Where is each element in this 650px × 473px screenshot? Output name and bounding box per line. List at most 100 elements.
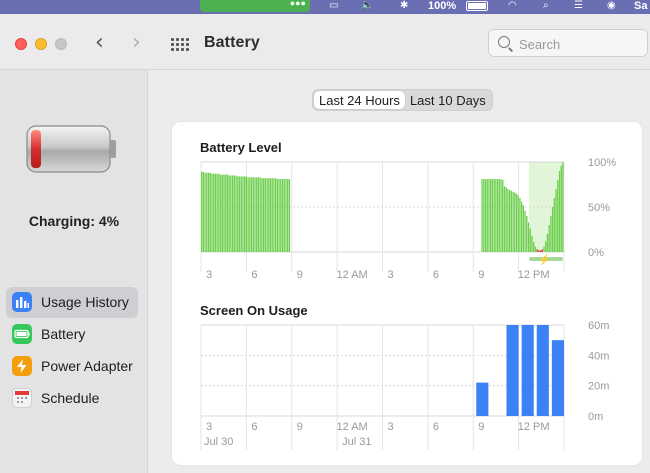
x-tick-label: 12 PM — [518, 421, 550, 433]
battery-bar — [207, 172, 210, 252]
battery-bar — [264, 178, 266, 252]
battery-bar — [268, 178, 270, 252]
y-tick-label: 0m — [588, 411, 603, 423]
battery-bar — [495, 179, 497, 252]
sidebar-item-usage-history[interactable]: Usage History — [6, 287, 138, 318]
window-title: Battery — [204, 34, 260, 51]
battery-bar — [558, 171, 561, 252]
minimize-button[interactable] — [35, 38, 47, 50]
tab-last-10-days[interactable]: Last 10 Days — [405, 91, 491, 109]
wifi-icon[interactable]: ◠ — [508, 1, 517, 11]
charging-status: Charging: 4% — [28, 213, 120, 229]
screen-usage-bar — [536, 325, 549, 416]
sidebar-item-label: Schedule — [41, 390, 100, 406]
battery-bar — [551, 207, 554, 252]
forward-chevron-icon[interactable]: › — [132, 31, 141, 55]
battery-bar — [262, 178, 265, 252]
battery-bar — [534, 246, 537, 252]
volume-icon[interactable]: 🔈 — [361, 1, 373, 11]
battery-bar — [524, 210, 526, 252]
y-tick-label: 0% — [588, 247, 604, 259]
screen-on-usage-chart: 60m 40m 20m 0m 3 6 9 12 AM 3 6 9 12 PM Jul 30 Jul 31 — [200, 320, 609, 450]
battery-bar — [488, 179, 490, 252]
battery-bar — [520, 201, 523, 252]
spotlight-icon[interactable]: ⌕ — [543, 1, 549, 11]
x-tick-label: 6 — [433, 421, 439, 433]
battery-bar — [219, 174, 222, 252]
y-tick-label: 100% — [588, 157, 616, 169]
battery-bar — [247, 177, 249, 252]
battery-bar — [527, 222, 530, 252]
back-chevron-icon[interactable]: ‹ — [95, 31, 104, 55]
battery-bar — [490, 179, 492, 252]
battery-bar — [223, 174, 225, 252]
battery-bar — [562, 162, 564, 252]
battery-bar — [218, 173, 220, 252]
calendar-icon — [12, 388, 32, 408]
battery-percent[interactable]: 100% — [428, 0, 456, 12]
battery-bar — [283, 179, 285, 252]
battery-bar — [498, 179, 500, 252]
zoom-button[interactable] — [55, 38, 67, 50]
usage-history-icon — [12, 292, 32, 312]
battery-bar — [505, 187, 507, 252]
recording-indicator[interactable]: ●●● — [200, 0, 310, 12]
battery-bar — [278, 179, 280, 252]
battery-bar — [481, 179, 483, 252]
x-tick-label: 6 — [251, 269, 257, 281]
sidebar-item-battery[interactable]: Battery — [6, 319, 138, 350]
battery-bar — [484, 179, 487, 252]
show-all-grid-icon[interactable] — [171, 38, 189, 52]
bluetooth-icon[interactable]: ✱ — [400, 1, 408, 11]
battery-bar — [503, 186, 506, 252]
window-toolbar: ‹ › Battery Search — [0, 14, 650, 70]
battery-bar — [230, 175, 232, 252]
siri-icon[interactable]: ◉ — [607, 1, 616, 11]
battery-bar — [213, 173, 215, 252]
battery-bar — [237, 176, 239, 252]
menu-bar: ●●● ▭ 🔈 ✱ 100% ◠ ⌕ ☰ ◉ Sa — [0, 0, 650, 14]
user-name[interactable]: Sa — [634, 0, 647, 12]
battery-bar — [211, 173, 213, 252]
usage-card: Battery Level ⚡ 100% 50% 0% 3 6 9 12 AM 3 6 9 12 PM… — [172, 122, 642, 465]
battery-bar — [204, 172, 206, 252]
battery-bar — [508, 189, 511, 252]
control-center-icon[interactable]: ☰ — [574, 1, 583, 11]
search-field[interactable]: Search — [488, 29, 648, 57]
time-range-segmented-control: Last 24 Hours Last 10 Days — [312, 89, 493, 111]
x-tick-label: 3 — [388, 421, 394, 433]
battery-bar — [510, 190, 512, 252]
battery-bar — [491, 179, 494, 252]
battery-bar — [287, 179, 289, 252]
battery-bar — [281, 179, 284, 252]
battery-large-icon — [26, 125, 116, 173]
search-icon — [498, 36, 510, 48]
battery-bar — [483, 179, 485, 252]
x-tick-label: 9 — [297, 421, 303, 433]
y-tick-label: 20m — [588, 381, 609, 393]
battery-bar — [519, 198, 521, 252]
tab-last-24-hours[interactable]: Last 24 Hours — [314, 91, 405, 109]
battery-bar — [221, 174, 223, 252]
sidebar-item-power-adapter[interactable]: Power Adapter — [6, 351, 138, 382]
x-tick-label: 3 — [206, 421, 212, 433]
battery-bar — [259, 177, 261, 252]
battery-bar — [254, 177, 256, 252]
screen-mirroring-icon[interactable]: ▭ — [329, 1, 338, 11]
battery-bar — [252, 177, 254, 252]
x-tick-label: 6 — [251, 421, 257, 433]
battery-icon[interactable] — [466, 1, 488, 11]
battery-bar — [249, 177, 251, 252]
sidebar-item-schedule[interactable]: Schedule — [6, 383, 138, 414]
battery-bar — [244, 176, 246, 252]
battery-bar — [507, 189, 509, 252]
battery-bar — [529, 228, 531, 252]
close-button[interactable] — [15, 38, 27, 50]
battery-bar — [261, 178, 263, 252]
battery-bar — [280, 179, 282, 252]
battery-bar — [285, 179, 287, 252]
battery-level-title: Battery Level — [200, 140, 282, 155]
battery-bar — [486, 179, 488, 252]
battery-bar — [266, 178, 268, 252]
x-tick-label: 6 — [433, 269, 439, 281]
